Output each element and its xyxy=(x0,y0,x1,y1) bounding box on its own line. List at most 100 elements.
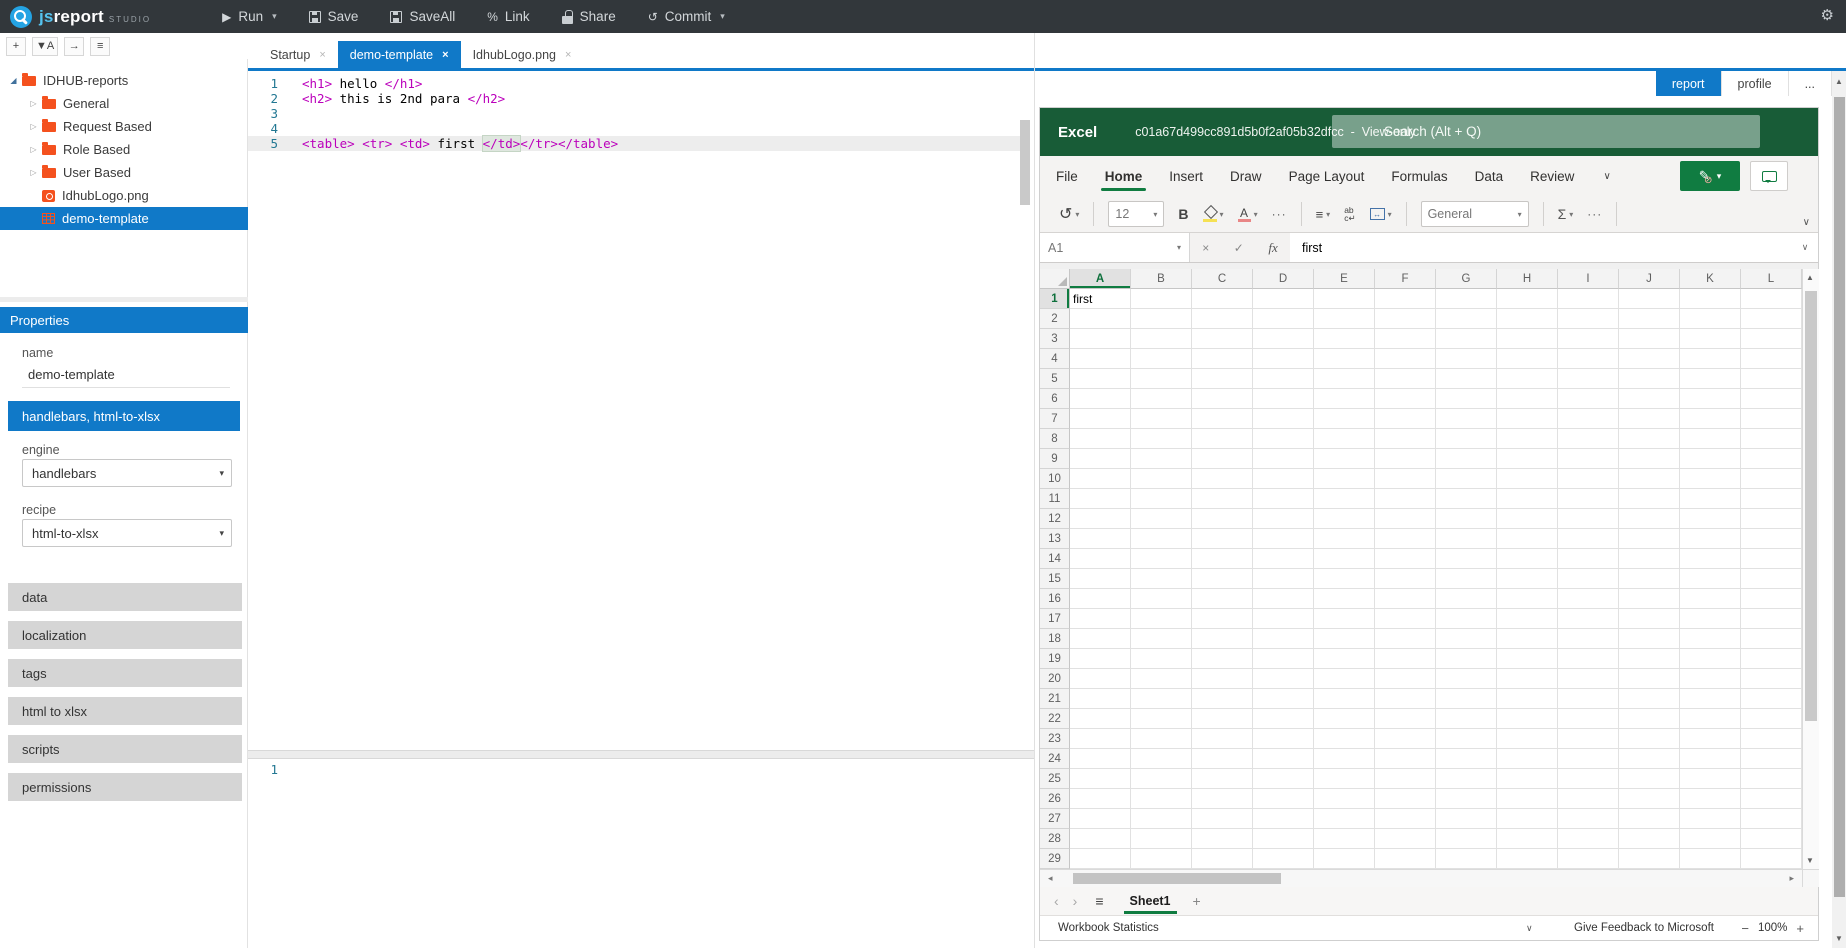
cell-I25[interactable] xyxy=(1558,769,1619,789)
alignment-button[interactable]: ≡ ▾ xyxy=(1316,207,1331,222)
row-header-6[interactable]: 6 xyxy=(1040,389,1070,409)
cell-I3[interactable] xyxy=(1558,329,1619,349)
cell-L28[interactable] xyxy=(1741,829,1802,849)
cell-H16[interactable] xyxy=(1497,589,1558,609)
row-header-16[interactable]: 16 xyxy=(1040,589,1070,609)
row-header-4[interactable]: 4 xyxy=(1040,349,1070,369)
grid-vertical-scrollbar[interactable]: ▲ ▼ xyxy=(1802,269,1819,869)
cell-L20[interactable] xyxy=(1741,669,1802,689)
column-header-A[interactable]: A xyxy=(1070,269,1131,289)
wrap-text-button[interactable]: abc↵ xyxy=(1344,206,1355,222)
cell-E14[interactable] xyxy=(1314,549,1375,569)
cell-L29[interactable] xyxy=(1741,849,1802,869)
row-header-24[interactable]: 24 xyxy=(1040,749,1070,769)
column-header-I[interactable]: I xyxy=(1558,269,1619,289)
cell-B9[interactable] xyxy=(1131,449,1192,469)
cell-B14[interactable] xyxy=(1131,549,1192,569)
cell-K2[interactable] xyxy=(1680,309,1741,329)
cell-F14[interactable] xyxy=(1375,549,1436,569)
cell-A14[interactable] xyxy=(1070,549,1131,569)
cell-E23[interactable] xyxy=(1314,729,1375,749)
close-icon[interactable]: × xyxy=(565,49,571,61)
cell-A1[interactable]: first xyxy=(1070,289,1131,309)
scroll-down-icon[interactable]: ▼ xyxy=(1803,856,1817,865)
cell-C24[interactable] xyxy=(1192,749,1253,769)
cell-G21[interactable] xyxy=(1436,689,1497,709)
row-header-23[interactable]: 23 xyxy=(1040,729,1070,749)
tree-item-request-based[interactable]: ▷Request Based xyxy=(0,115,248,138)
column-header-E[interactable]: E xyxy=(1314,269,1375,289)
cell-F8[interactable] xyxy=(1375,429,1436,449)
cell-H12[interactable] xyxy=(1497,509,1558,529)
cell-F17[interactable] xyxy=(1375,609,1436,629)
cell-E6[interactable] xyxy=(1314,389,1375,409)
more-commands-button[interactable]: ··· xyxy=(1587,207,1602,221)
row-header-22[interactable]: 22 xyxy=(1040,709,1070,729)
cell-H19[interactable] xyxy=(1497,649,1558,669)
all-sheets-menu-icon[interactable]: ≡ xyxy=(1095,893,1103,909)
cell-D20[interactable] xyxy=(1253,669,1314,689)
cell-J18[interactable] xyxy=(1619,629,1680,649)
cell-D23[interactable] xyxy=(1253,729,1314,749)
row-header-5[interactable]: 5 xyxy=(1040,369,1070,389)
undo-button[interactable]: ↺ ▾ xyxy=(1059,204,1079,224)
cell-D3[interactable] xyxy=(1253,329,1314,349)
cell-G28[interactable] xyxy=(1436,829,1497,849)
cell-B20[interactable] xyxy=(1131,669,1192,689)
cell-B26[interactable] xyxy=(1131,789,1192,809)
cell-C26[interactable] xyxy=(1192,789,1253,809)
cell-I10[interactable] xyxy=(1558,469,1619,489)
cell-E29[interactable] xyxy=(1314,849,1375,869)
cell-J3[interactable] xyxy=(1619,329,1680,349)
cell-G11[interactable] xyxy=(1436,489,1497,509)
cell-I19[interactable] xyxy=(1558,649,1619,669)
column-header-L[interactable]: L xyxy=(1741,269,1802,289)
cell-E19[interactable] xyxy=(1314,649,1375,669)
cell-K3[interactable] xyxy=(1680,329,1741,349)
prev-sheet-icon[interactable]: ‹ xyxy=(1054,893,1059,909)
code-lines[interactable]: 1<h1> hello </h1>2<h2> this is 2nd para … xyxy=(248,76,1020,151)
expanded-arrow-icon[interactable]: ◢ xyxy=(8,76,19,85)
feedback-link[interactable]: Give Feedback to Microsoft xyxy=(1574,922,1714,934)
fx-icon[interactable]: fx xyxy=(1268,240,1277,256)
cell-H11[interactable] xyxy=(1497,489,1558,509)
cell-J5[interactable] xyxy=(1619,369,1680,389)
cell-B28[interactable] xyxy=(1131,829,1192,849)
cell-E20[interactable] xyxy=(1314,669,1375,689)
section-scripts[interactable]: scripts xyxy=(8,735,242,763)
cell-F12[interactable] xyxy=(1375,509,1436,529)
cell-C17[interactable] xyxy=(1192,609,1253,629)
editor-split-handle[interactable] xyxy=(248,750,1034,759)
cell-F10[interactable] xyxy=(1375,469,1436,489)
cell-D26[interactable] xyxy=(1253,789,1314,809)
cell-H29[interactable] xyxy=(1497,849,1558,869)
engine-recipe-badge[interactable]: handlebars, html-to-xlsx xyxy=(8,401,240,431)
cell-I21[interactable] xyxy=(1558,689,1619,709)
preview-scrollbar[interactable]: ▲ ▼ xyxy=(1832,71,1846,948)
formula-bar-expand-chevron[interactable]: ∨ xyxy=(1792,233,1818,262)
ribbon-tab-draw[interactable]: Draw xyxy=(1230,156,1262,196)
cell-L11[interactable] xyxy=(1741,489,1802,509)
cell-D13[interactable] xyxy=(1253,529,1314,549)
cell-C13[interactable] xyxy=(1192,529,1253,549)
cell-G23[interactable] xyxy=(1436,729,1497,749)
cell-F18[interactable] xyxy=(1375,629,1436,649)
cell-I12[interactable] xyxy=(1558,509,1619,529)
tree-item-role-based[interactable]: ▷Role Based xyxy=(0,138,248,161)
cell-A29[interactable] xyxy=(1070,849,1131,869)
cell-L14[interactable] xyxy=(1741,549,1802,569)
cell-J29[interactable] xyxy=(1619,849,1680,869)
cell-H14[interactable] xyxy=(1497,549,1558,569)
cell-B12[interactable] xyxy=(1131,509,1192,529)
workbook-statistics-button[interactable]: Workbook Statistics xyxy=(1058,922,1159,934)
row-header-25[interactable]: 25 xyxy=(1040,769,1070,789)
close-icon[interactable]: × xyxy=(442,49,448,61)
cell-B16[interactable] xyxy=(1131,589,1192,609)
cell-K17[interactable] xyxy=(1680,609,1741,629)
cell-A10[interactable] xyxy=(1070,469,1131,489)
cell-A3[interactable] xyxy=(1070,329,1131,349)
cell-J7[interactable] xyxy=(1619,409,1680,429)
cell-H1[interactable] xyxy=(1497,289,1558,309)
cell-G22[interactable] xyxy=(1436,709,1497,729)
cell-A27[interactable] xyxy=(1070,809,1131,829)
